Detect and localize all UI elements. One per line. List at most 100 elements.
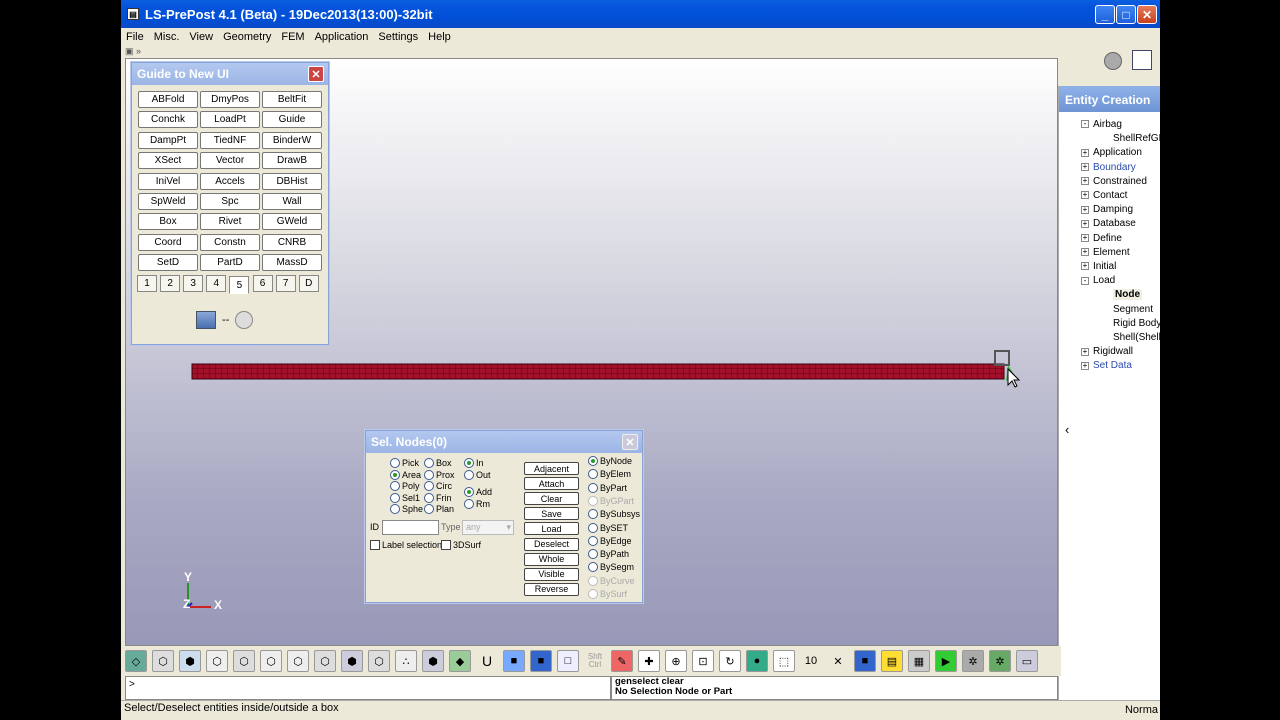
guide-button-drawb[interactable]: DrawB [262,152,322,170]
attach-button[interactable]: Attach [524,477,579,491]
inout-radio-in[interactable]: In [464,458,484,468]
method-radio-circ[interactable]: Circ [424,481,452,492]
clear-button[interactable]: Clear [524,492,579,506]
collapse-icon[interactable]: - [1081,276,1089,285]
menu-geometry[interactable]: Geometry [218,31,276,43]
reverse-button[interactable]: Reverse [524,582,579,596]
guide-button-constn[interactable]: Constn [200,233,260,251]
adjacent-button[interactable]: Adjacent [524,462,579,475]
method-radio-frin[interactable]: Frin [424,492,452,503]
menu-application[interactable]: Application [310,31,374,43]
guide-button-spweld[interactable]: SpWeld [138,193,198,210]
guide-button-box[interactable]: Box [138,213,198,231]
guide-button-massd[interactable]: MassD [262,254,322,272]
menu-misc[interactable]: Misc. [149,31,185,43]
guide-button-damppt[interactable]: DampPt [138,131,198,149]
guide-tab-5[interactable]: 5 [229,276,250,294]
method-radio-prox[interactable]: Prox [424,469,455,480]
guide-button-binderw[interactable]: BinderW [262,131,322,149]
guide-tab-1[interactable]: 1 [137,275,157,292]
menu-help[interactable]: Help [423,31,456,43]
export-icon[interactable] [1132,50,1152,70]
gear-icon[interactable] [1104,52,1122,70]
zoom-box-icon[interactable]: ⊡ [692,650,714,672]
by-radio-byset[interactable]: BySET [588,522,628,533]
expand-icon[interactable]: + [1081,148,1089,157]
tree-item-airbag[interactable]: - Airbag [1081,119,1122,130]
guide-button-loadpt[interactable]: LoadPt [200,111,260,129]
visible-button[interactable]: Visible [524,567,579,581]
guide-tab-d[interactable]: D [298,275,319,292]
tree-item-load[interactable]: - Load [1081,275,1115,286]
guide-button-abfold[interactable]: ABFold [138,91,198,108]
fringe-icon[interactable]: ⬢ [422,650,444,672]
method-radio-sel1[interactable]: Sel1 [390,492,420,503]
expand-icon[interactable]: + [1081,177,1089,186]
expand-icon[interactable]: + [1081,262,1089,271]
guide-button-partd[interactable]: PartD [200,254,260,272]
guide-button-vector[interactable]: Vector [200,152,260,170]
zoom-icon[interactable]: ⊕ [665,650,687,672]
guide-button-beltfit[interactable]: BeltFit [262,91,322,108]
model-icon[interactable]: ◇ [125,650,147,672]
shift-ctrl-icon[interactable]: Shft Ctrl [584,650,606,672]
by-radio-bypart[interactable]: ByPart [588,482,627,493]
by-radio-byedge[interactable]: ByEdge [588,535,632,546]
id-input[interactable] [382,520,439,535]
view-cube-icon[interactable]: ⬚ [773,650,795,672]
guide-button-gweld[interactable]: GWeld [262,213,322,231]
lines-icon[interactable]: ⬡ [368,650,390,672]
guide-tab-2[interactable]: 2 [160,275,181,292]
tree-item-constrained[interactable]: + Constrained [1081,176,1147,187]
hidden-icon[interactable]: ⬡ [206,650,228,672]
guide-button-setd[interactable]: SetD [138,254,198,272]
guide-button-dmypos[interactable]: DmyPos [200,91,260,108]
tree-item-node[interactable]: Node [1113,289,1142,301]
tree-item-shell-shell[interactable]: Shell(Shell [1113,332,1160,343]
tree-item-damping[interactable]: + Damping [1081,204,1133,215]
method-radio-area[interactable]: Area [390,469,421,480]
tree-item-boundary[interactable]: + Boundary [1081,162,1136,173]
guide-button-dbhist[interactable]: DBHist [262,172,322,190]
menu-view[interactable]: View [184,31,218,43]
feature-icon[interactable]: ⬡ [260,650,282,672]
collapse-icon[interactable]: - [1081,120,1089,129]
settings-icon[interactable]: ✲ [962,650,984,672]
dots-icon[interactable]: ∴ [395,650,417,672]
tree-item-element[interactable]: + Element [1081,247,1130,258]
addrm-radio-rm[interactable]: Rm [464,498,490,509]
cube-dark-icon[interactable]: ■ [530,650,552,672]
load-button[interactable]: Load [524,522,579,536]
checker-icon[interactable]: ▦ [908,650,930,672]
whole-button[interactable]: Whole [524,552,579,566]
guide-tab-3[interactable]: 3 [183,275,204,292]
maximize-button[interactable]: □ [1116,5,1136,24]
ten-icon[interactable]: 10 [800,650,822,672]
toolbar-expand[interactable]: ▣ » [125,46,141,56]
guide-button-rivet[interactable]: Rivet [200,213,260,231]
command-input[interactable]: > [125,676,611,700]
label-selection-checkbox[interactable]: Label selection [370,540,442,550]
globe-icon[interactable]: ● [746,650,768,672]
rotate-icon[interactable]: ↻ [719,650,741,672]
by-radio-bysegm[interactable]: BySegm [588,562,634,573]
u-icon[interactable]: U [476,650,498,672]
method-radio-pick[interactable]: Pick [390,458,419,468]
tree-item-define[interactable]: + Define [1081,233,1122,244]
expand-icon[interactable]: + [1081,248,1089,257]
inout-radio-out[interactable]: Out [464,469,491,480]
tree-item-rigidwall[interactable]: + Rigidwall [1081,346,1133,357]
tree-item-shellrefgm[interactable]: ShellRefGM [1113,133,1160,144]
guide-tab-7[interactable]: 7 [275,275,296,292]
surf3d-checkbox[interactable]: 3DSurf [441,540,481,550]
edge-icon[interactable]: ⬡ [287,650,309,672]
pen-icon[interactable]: ✎ [611,650,633,672]
guide-tab-6[interactable]: 6 [252,275,273,292]
guide-button-accels[interactable]: Accels [200,172,260,190]
sel-nodes-close-button[interactable]: ✕ [622,434,638,450]
notes-icon[interactable]: ▤ [881,650,903,672]
play-icon[interactable]: ▶ [935,650,957,672]
menu-fem[interactable]: FEM [276,31,309,43]
mesh-icon[interactable]: ⬡ [233,650,255,672]
menu-file[interactable]: File [121,31,149,43]
